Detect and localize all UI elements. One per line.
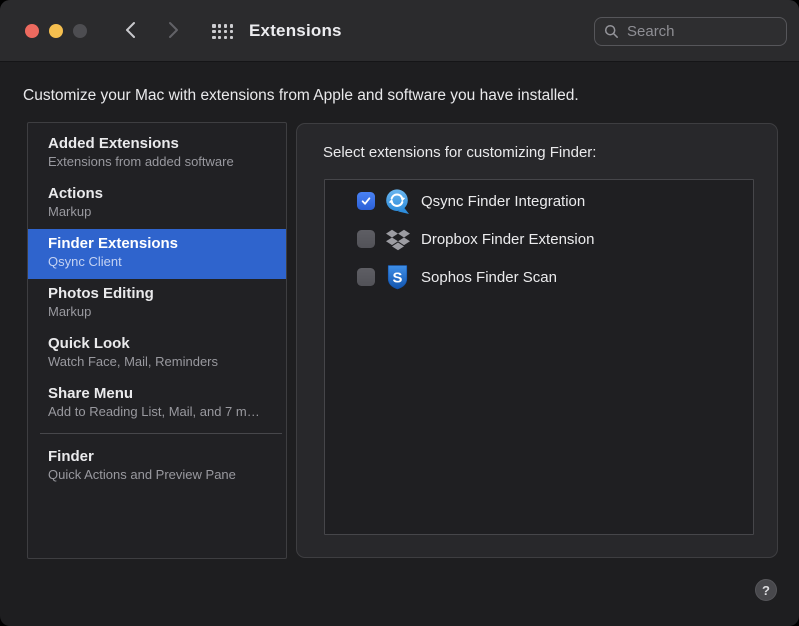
extension-label: Qsync Finder Integration [421, 193, 585, 210]
sidebar-item-finder-extensions[interactable]: Finder Extensions Qsync Client [28, 229, 286, 279]
titlebar: Extensions [0, 0, 799, 62]
panel-heading: Select extensions for customizing Finder… [323, 144, 596, 161]
fullscreen-button-disabled [73, 24, 87, 38]
extension-label: Dropbox Finder Extension [421, 231, 594, 248]
sidebar-item-subtitle: Add to Reading List, Mail, and 7 m… [48, 404, 278, 420]
checkbox-sophos-finder-scan[interactable] [357, 268, 375, 286]
sidebar-item-title: Added Extensions [48, 134, 278, 153]
checkmark-icon [360, 195, 372, 207]
extensions-panel: Select extensions for customizing Finder… [296, 123, 778, 558]
extension-list: Qsync Finder Integration Dropbox Finder … [324, 179, 754, 535]
sidebar-item-added-extensions[interactable]: Added Extensions Extensions from added s… [28, 129, 286, 179]
sidebar-item-subtitle: Markup [48, 304, 278, 320]
page-description: Customize your Mac with extensions from … [23, 87, 579, 105]
extension-row-sophos: S Sophos Finder Scan [325, 258, 753, 296]
svg-text:S: S [393, 270, 403, 286]
show-all-button[interactable] [212, 24, 233, 39]
sidebar-item-title: Finder [48, 447, 278, 466]
extension-row-qsync: Qsync Finder Integration [325, 182, 753, 220]
extension-label: Sophos Finder Scan [421, 269, 557, 286]
chevron-right-icon [167, 21, 180, 42]
dropbox-icon [384, 226, 411, 253]
search-input[interactable] [625, 22, 777, 41]
sidebar-item-actions[interactable]: Actions Markup [28, 179, 286, 229]
sidebar-item-finder[interactable]: Finder Quick Actions and Preview Pane [28, 442, 286, 492]
chevron-left-icon [124, 21, 137, 42]
back-button[interactable] [118, 19, 142, 43]
checkbox-dropbox-finder-extension[interactable] [357, 230, 375, 248]
sidebar-item-subtitle: Watch Face, Mail, Reminders [48, 354, 278, 370]
sidebar-item-title: Photos Editing [48, 284, 278, 303]
sidebar-item-subtitle: Qsync Client [48, 254, 278, 270]
sidebar-item-subtitle: Extensions from added software [48, 154, 278, 170]
sidebar: Added Extensions Extensions from added s… [27, 122, 287, 559]
sidebar-divider [40, 433, 282, 434]
sidebar-item-share-menu[interactable]: Share Menu Add to Reading List, Mail, an… [28, 379, 286, 429]
qsync-icon [384, 188, 411, 215]
sidebar-item-title: Finder Extensions [48, 234, 278, 253]
sidebar-item-title: Share Menu [48, 384, 278, 403]
forward-button[interactable] [161, 19, 185, 43]
app-grid-icon [212, 24, 233, 39]
search-field[interactable] [594, 17, 787, 46]
sidebar-item-title: Quick Look [48, 334, 278, 353]
search-icon [604, 24, 619, 39]
checkbox-qsync-finder-integration[interactable] [357, 192, 375, 210]
help-button[interactable]: ? [755, 579, 777, 601]
sidebar-item-subtitle: Markup [48, 204, 278, 220]
close-button[interactable] [25, 24, 39, 38]
extensions-window: Extensions Customize your Mac with exten… [0, 0, 799, 626]
sidebar-item-title: Actions [48, 184, 278, 203]
sophos-icon: S [384, 264, 411, 291]
window-title: Extensions [249, 0, 342, 62]
sidebar-item-quick-look[interactable]: Quick Look Watch Face, Mail, Reminders [28, 329, 286, 379]
minimize-button[interactable] [49, 24, 63, 38]
sidebar-item-subtitle: Quick Actions and Preview Pane [48, 467, 278, 483]
sidebar-item-photos-editing[interactable]: Photos Editing Markup [28, 279, 286, 329]
extension-row-dropbox: Dropbox Finder Extension [325, 220, 753, 258]
